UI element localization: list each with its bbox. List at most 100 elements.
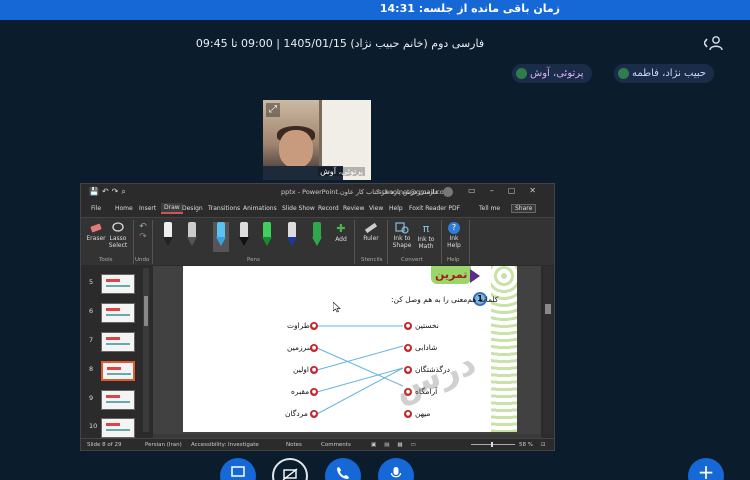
pp-account: schoolnet@gmail.com xyxy=(378,188,451,196)
comments-button[interactable]: Comments xyxy=(321,442,351,448)
undo-button[interactable]: ↶ ↷ xyxy=(136,222,150,242)
window-controls-icons[interactable]: ▭–▢✕ xyxy=(468,186,550,195)
tab-file[interactable]: File xyxy=(91,205,101,212)
tab-help[interactable]: Help xyxy=(389,205,403,212)
tab-transitions[interactable]: Transitions xyxy=(208,205,240,212)
pen-navy[interactable] xyxy=(287,222,297,246)
match-dot: ● xyxy=(310,344,318,352)
eraser-icon xyxy=(90,223,102,233)
left-word: اولین xyxy=(293,365,309,374)
ink-help-button[interactable]: ? Ink Help xyxy=(444,222,464,249)
screen-icon xyxy=(231,466,245,477)
session-title: فارسی دوم (خانم حبیب نژاد) 1405/01/15 | … xyxy=(195,37,485,50)
ribbon-separator xyxy=(133,220,134,264)
accessibility-status[interactable]: Accessibility: Investigate xyxy=(191,442,259,448)
highlighter-green[interactable] xyxy=(312,222,322,246)
right-word: نخستین xyxy=(415,321,439,330)
group-undo: Undo xyxy=(135,257,150,263)
slide-thumbnail[interactable]: 5 xyxy=(85,274,145,296)
desktop-share-icon xyxy=(282,468,298,480)
slide-thumbnail[interactable]: 9 xyxy=(85,390,145,412)
expand-icon[interactable]: ⤢ xyxy=(266,103,280,117)
mic-button[interactable] xyxy=(378,458,414,480)
right-word: میهن xyxy=(415,409,431,418)
zoom-slider[interactable] xyxy=(471,442,515,447)
tab-foxit[interactable]: Foxit Reader PDF xyxy=(409,205,460,212)
fit-slide-icon[interactable]: ⊡ xyxy=(541,442,546,448)
view-mode-icons[interactable]: ▣▤▦▭ xyxy=(371,442,424,448)
add-pen-button[interactable]: ✚ Add xyxy=(333,222,349,243)
match-dot: ● xyxy=(404,322,412,330)
tab-home[interactable]: Home xyxy=(115,205,133,212)
ruler-button[interactable]: Ruler xyxy=(359,222,383,242)
quick-access-icons[interactable]: 💾↶↷⌕ xyxy=(89,187,129,197)
match-dot: ● xyxy=(310,388,318,396)
slide-canvas[interactable]: تمرین 1 کلمات هم‌معنی را به هم وصل کن: ●… xyxy=(153,266,541,437)
pen-dark[interactable] xyxy=(239,222,249,246)
presence-dot-icon xyxy=(516,68,527,79)
plus-icon: + xyxy=(697,460,715,480)
session-timer-text: زمان باقی مانده از جلسه: 14:31 xyxy=(379,2,560,15)
undo-icon: ↶ xyxy=(139,222,147,232)
lasso-select-button[interactable]: Lasso Select xyxy=(107,222,129,249)
match-dot: ● xyxy=(310,366,318,374)
phone-button[interactable] xyxy=(325,458,361,480)
slide-vertical-scrollbar[interactable] xyxy=(543,266,553,434)
group-convert: Convert xyxy=(401,257,423,263)
tab-record[interactable]: Record xyxy=(318,205,339,212)
pen-black[interactable] xyxy=(163,222,173,246)
screen-button[interactable] xyxy=(220,458,256,480)
ink-to-shape-button[interactable]: Ink to Shape xyxy=(390,222,414,249)
pi-icon: π xyxy=(422,222,430,235)
user-list-icon[interactable] xyxy=(703,35,724,51)
tab-animations[interactable]: Animations xyxy=(243,205,277,212)
tab-slide-show[interactable]: Slide Show xyxy=(282,205,315,212)
shared-screen-powerpoint[interactable]: 💾↶↷⌕ فارسی درس پاره هر کتاب کار عاون.ppt… xyxy=(80,183,555,451)
webcam-person-face xyxy=(279,130,313,168)
thumbnails-scrollbar[interactable] xyxy=(143,268,149,432)
right-word: شادابی xyxy=(415,343,438,352)
desktop-share-button[interactable] xyxy=(272,458,308,480)
match-dot: ● xyxy=(404,344,412,352)
current-slide[interactable]: تمرین 1 کلمات هم‌معنی را به هم وصل کن: ●… xyxy=(183,266,517,432)
tab-draw[interactable]: Draw xyxy=(161,203,183,214)
group-pens: Pens xyxy=(247,257,260,263)
tab-design[interactable]: Design xyxy=(182,205,203,212)
notes-button[interactable]: Notes xyxy=(286,442,302,448)
ribbon-separator xyxy=(469,220,470,264)
participant-chip[interactable]: پرتوئی، آوش xyxy=(512,64,592,83)
left-word: طراوت xyxy=(287,321,310,330)
pen-gray[interactable] xyxy=(187,222,197,246)
slide-thumbnail[interactable]: 6 xyxy=(85,303,145,325)
slide-thumbnail-selected[interactable]: 8 xyxy=(85,361,145,383)
share-button[interactable]: Share xyxy=(511,204,537,213)
language-indicator[interactable]: Persian (Iran) xyxy=(145,442,182,448)
ink-to-math-button[interactable]: π Ink to Math xyxy=(414,222,438,250)
redo-icon: ↷ xyxy=(139,232,147,242)
tab-insert[interactable]: Insert xyxy=(139,205,156,212)
zoom-level[interactable]: 58 % xyxy=(519,442,533,448)
slide-thumbnail[interactable]: 7 xyxy=(85,332,145,354)
left-word: مردگان xyxy=(285,409,308,418)
tell-me[interactable]: Tell me xyxy=(479,205,500,212)
account-avatar-icon[interactable] xyxy=(443,187,453,197)
tab-view[interactable]: View xyxy=(369,205,383,212)
pen-green[interactable] xyxy=(262,222,272,246)
pp-titlebar: 💾↶↷⌕ فارسی درس پاره هر کتاب کار عاون.ppt… xyxy=(81,184,554,200)
plus-icon: ✚ xyxy=(336,222,346,235)
phone-icon xyxy=(337,467,349,479)
presence-dot-icon xyxy=(618,68,629,79)
left-word: مقبره xyxy=(291,387,310,396)
match-dot: ● xyxy=(310,410,318,418)
slide-thumbnail[interactable]: 10 xyxy=(85,418,145,440)
eraser-button[interactable]: Eraser xyxy=(85,222,107,242)
plus-button[interactable]: + xyxy=(688,458,724,480)
tab-review[interactable]: Review xyxy=(343,205,364,212)
participant-chip[interactable]: حبیب نژاد، فاطمه xyxy=(614,64,715,83)
draw-ribbon: Eraser Lasso Select Tools ↶ ↷ Undo ✚ Add … xyxy=(81,217,554,265)
webcam-name-label: پرتوئی، آوش xyxy=(318,167,365,176)
group-tools: Tools xyxy=(99,257,113,263)
lasso-icon xyxy=(112,222,124,232)
pen-blue-selected[interactable] xyxy=(213,222,229,252)
webcam-tile[interactable]: ⤢ پرتوئی، آوش xyxy=(263,100,371,180)
